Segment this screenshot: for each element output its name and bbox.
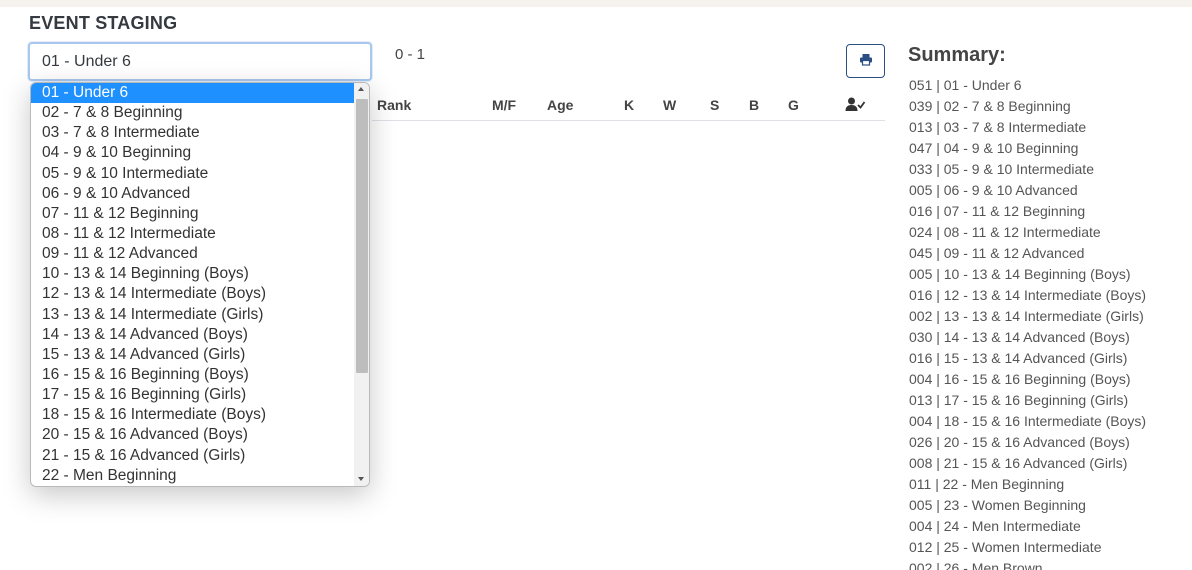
column-header-s[interactable]: S xyxy=(710,97,719,113)
scrollbar-thumb[interactable] xyxy=(356,99,368,373)
event-option[interactable]: 20 - 15 & 16 Advanced (Boys) xyxy=(31,425,354,445)
summary-list: 051 | 01 - Under 6 039 | 02 - 7 & 8 Begin… xyxy=(909,75,1146,570)
column-header-b[interactable]: B xyxy=(749,97,759,113)
summary-item: 026 | 20 - 15 & 16 Advanced (Boys) xyxy=(909,434,1130,450)
summary-item: 004 | 24 - Men Intermediate xyxy=(909,518,1081,534)
event-option[interactable]: 12 - 13 & 14 Intermediate (Boys) xyxy=(31,284,354,304)
event-option[interactable]: 10 - 13 & 14 Beginning (Boys) xyxy=(31,264,354,284)
event-option[interactable]: 17 - 15 & 16 Beginning (Girls) xyxy=(31,385,354,405)
column-header-rank[interactable]: Rank xyxy=(377,97,411,113)
event-option[interactable]: 07 - 11 & 12 Beginning xyxy=(31,204,354,224)
summary-item: 047 | 04 - 9 & 10 Beginning xyxy=(909,140,1079,156)
user-check-icon xyxy=(845,97,866,117)
scroll-down-arrow-icon[interactable] xyxy=(358,477,364,481)
range-text: 0 - 1 xyxy=(395,46,426,63)
summary-item: 012 | 25 - Women Intermediate xyxy=(909,539,1102,555)
summary-item: 016 | 07 - 11 & 12 Beginning xyxy=(909,203,1086,219)
table-header-divider xyxy=(372,120,885,121)
summary-item: 039 | 02 - 7 & 8 Beginning xyxy=(909,98,1071,114)
scroll-up-arrow-icon[interactable] xyxy=(358,87,364,91)
summary-item: 045 | 09 - 11 & 12 Advanced xyxy=(909,245,1085,261)
print-button[interactable] xyxy=(846,44,885,78)
event-option[interactable]: 18 - 15 & 16 Intermediate (Boys) xyxy=(31,405,354,425)
summary-item: 016 | 12 - 13 & 14 Intermediate (Boys) xyxy=(909,287,1147,303)
top-strip xyxy=(0,0,1192,7)
summary-item: 030 | 14 - 13 & 14 Advanced (Boys) xyxy=(909,329,1130,345)
summary-item: 005 | 06 - 9 & 10 Advanced xyxy=(909,182,1078,198)
column-header-w[interactable]: W xyxy=(663,97,676,113)
event-dropdown[interactable]: 01 - Under 6 02 - 7 & 8 Beginning 03 - 7 &… xyxy=(30,82,370,487)
event-option-list: 01 - Under 6 02 - 7 & 8 Beginning 03 - 7 &… xyxy=(31,83,354,486)
event-option[interactable]: 14 - 13 & 14 Advanced (Boys) xyxy=(31,325,354,345)
event-option[interactable]: 21 - 15 & 16 Advanced (Girls) xyxy=(31,446,354,466)
event-option[interactable]: 15 - 13 & 14 Advanced (Girls) xyxy=(31,345,354,365)
print-icon xyxy=(859,53,873,69)
event-option[interactable]: 08 - 11 & 12 Intermediate xyxy=(31,224,354,244)
event-option[interactable]: 04 - 9 & 10 Beginning xyxy=(31,143,354,163)
event-option[interactable]: 03 - 7 & 8 Intermediate xyxy=(31,123,354,143)
column-header-age[interactable]: Age xyxy=(547,97,573,113)
summary-item: 011 | 22 - Men Beginning xyxy=(909,476,1065,492)
summary-item: 016 | 15 - 13 & 14 Advanced (Girls) xyxy=(909,350,1128,366)
page-title: EVENT STAGING xyxy=(29,13,178,33)
event-option[interactable]: 06 - 9 & 10 Advanced xyxy=(31,184,354,204)
summary-item: 005 | 23 - Women Beginning xyxy=(909,497,1086,513)
summary-item: 051 | 01 - Under 6 xyxy=(909,77,1022,93)
column-header-k[interactable]: K xyxy=(624,97,634,113)
column-header-g[interactable]: G xyxy=(788,97,799,113)
summary-item: 002 | 13 - 13 & 14 Intermediate (Girls) xyxy=(909,308,1144,324)
summary-item: 024 | 08 - 11 & 12 Intermediate xyxy=(909,224,1101,240)
event-option[interactable]: 16 - 15 & 16 Beginning (Boys) xyxy=(31,365,354,385)
summary-item: 004 | 18 - 15 & 16 Intermediate (Boys) xyxy=(909,413,1147,429)
summary-item: 033 | 05 - 9 & 10 Intermediate xyxy=(909,161,1094,177)
summary-title: Summary: xyxy=(908,44,1006,66)
event-option[interactable]: 13 - 13 & 14 Intermediate (Girls) xyxy=(31,305,354,325)
summary-item: 002 | 26 - Men Brown xyxy=(909,560,1043,570)
event-select[interactable]: 01 - Under 6 xyxy=(28,42,372,81)
dropdown-scrollbar[interactable] xyxy=(354,83,369,486)
event-option[interactable]: 01 - Under 6 xyxy=(31,83,354,104)
summary-item: 008 | 21 - 15 & 16 Advanced (Girls) xyxy=(909,455,1128,471)
summary-item: 013 | 03 - 7 & 8 Intermediate xyxy=(909,119,1087,135)
event-option[interactable]: 09 - 11 & 12 Advanced xyxy=(31,244,354,264)
summary-item: 004 | 16 - 15 & 16 Beginning (Boys) xyxy=(909,371,1131,387)
summary-item: 005 | 10 - 13 & 14 Beginning (Boys) xyxy=(909,266,1131,282)
event-option[interactable]: 22 - Men Beginning xyxy=(31,466,354,486)
event-option[interactable]: 05 - 9 & 10 Intermediate xyxy=(31,164,354,184)
column-header-gender[interactable]: M/F xyxy=(492,97,516,113)
event-option[interactable]: 02 - 7 & 8 Beginning xyxy=(31,103,354,123)
summary-item: 013 | 17 - 15 & 16 Beginning (Girls) xyxy=(909,392,1129,408)
